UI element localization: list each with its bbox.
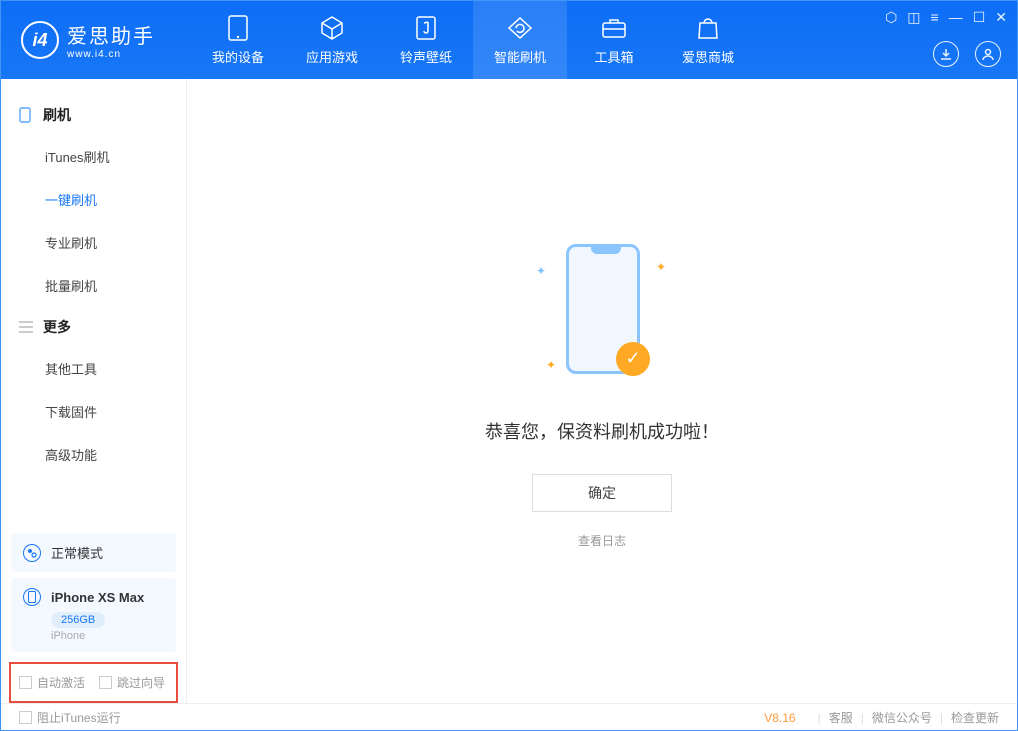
status-card[interactable]: 正常模式 — [11, 533, 176, 572]
body-area: 刷机 iTunes刷机 一键刷机 专业刷机 批量刷机 更多 其他工具 下载固件 … — [1, 79, 1017, 703]
group-label: 刷机 — [43, 105, 71, 125]
device-row: iPhone XS Max — [23, 588, 164, 606]
device-card[interactable]: iPhone XS Max 256GB iPhone — [11, 578, 176, 652]
sidebar-group-more[interactable]: 更多 — [1, 307, 186, 347]
tab-my-device[interactable]: 我的设备 — [191, 1, 285, 79]
status-mode-icon — [23, 544, 41, 562]
tab-label: 智能刷机 — [494, 47, 546, 66]
tab-label: 铃声壁纸 — [400, 47, 452, 66]
tab-label: 爱思商城 — [682, 47, 734, 66]
footer-right: V8.16 | 客服 | 微信公众号 | 检查更新 — [764, 709, 999, 726]
success-message: 恭喜您，保资料刷机成功啦！ — [485, 418, 719, 444]
logo-text: 爱思助手 www.i4.cn — [67, 20, 155, 60]
group-label: 更多 — [43, 317, 71, 337]
tab-store[interactable]: 爱思商城 — [661, 1, 755, 79]
tab-smart-flash[interactable]: 智能刷机 — [473, 1, 567, 79]
tab-apps[interactable]: 应用游戏 — [285, 1, 379, 79]
sidebar-item-oneclick-flash[interactable]: 一键刷机 — [1, 178, 186, 221]
header: i4 爱思助手 www.i4.cn 我的设备 应用游戏 铃声壁纸 智能刷机 工具… — [1, 1, 1017, 79]
device-storage: 256GB — [51, 612, 105, 628]
sidebar-item-itunes-flash[interactable]: iTunes刷机 — [1, 135, 186, 178]
tab-label: 应用游戏 — [306, 47, 358, 66]
checkbox-auto-activate[interactable]: 自动激活 — [19, 674, 85, 691]
lock-icon[interactable]: ◫ — [907, 9, 920, 26]
logo-block: i4 爱思助手 www.i4.cn — [1, 20, 191, 60]
checkbox-box — [19, 711, 32, 724]
sparkle-icon: ✦ — [656, 260, 666, 274]
music-icon — [413, 15, 439, 41]
device-phone-icon — [23, 588, 41, 606]
check-badge-icon: ✓ — [616, 342, 650, 376]
version-label: V8.16 — [764, 711, 795, 725]
checkbox-label: 阻止iTunes运行 — [37, 709, 121, 726]
tshirt-icon[interactable]: ⬡ — [885, 9, 897, 26]
tab-toolbox[interactable]: 工具箱 — [567, 1, 661, 79]
sidebar-item-advanced[interactable]: 高级功能 — [1, 433, 186, 476]
sparkle-icon: ✦ — [546, 358, 556, 372]
user-icon[interactable] — [975, 41, 1001, 67]
checkbox-box — [19, 676, 32, 689]
status-mode-label: 正常模式 — [51, 543, 103, 562]
header-tabs: 我的设备 应用游戏 铃声壁纸 智能刷机 工具箱 爱思商城 — [191, 1, 755, 79]
device-type: iPhone — [51, 630, 164, 642]
close-icon[interactable]: ✕ — [995, 9, 1007, 26]
tab-label: 工具箱 — [594, 47, 633, 66]
sidebar-bottom: 正常模式 iPhone XS Max 256GB iPhone 自动激活 跳过向… — [1, 529, 186, 703]
success-illustration: ✦ ✦ ✦ ✓ — [532, 234, 672, 394]
separator: | — [861, 711, 864, 725]
footer: 阻止iTunes运行 V8.16 | 客服 | 微信公众号 | 检查更新 — [1, 703, 1017, 731]
refresh-icon — [507, 15, 533, 41]
header-right-icons — [933, 41, 1001, 67]
main-content: ✦ ✦ ✦ ✓ 恭喜您，保资料刷机成功啦！ 确定 查看日志 — [187, 79, 1017, 703]
device-icon — [225, 15, 251, 41]
sidebar: 刷机 iTunes刷机 一键刷机 专业刷机 批量刷机 更多 其他工具 下载固件 … — [1, 79, 187, 703]
checkbox-skip-wizard[interactable]: 跳过向导 — [99, 674, 165, 691]
footer-left: 阻止iTunes运行 — [19, 709, 764, 726]
footer-link-wechat[interactable]: 微信公众号 — [872, 709, 932, 726]
window-controls: ⬡ ◫ ≡ — ☐ ✕ — [885, 9, 1007, 26]
toolbox-icon — [601, 15, 627, 41]
maximize-icon[interactable]: ☐ — [973, 9, 986, 26]
cube-icon — [319, 15, 345, 41]
device-name: iPhone XS Max — [51, 590, 144, 605]
minimize-icon[interactable]: — — [949, 9, 963, 26]
logo-icon: i4 — [21, 21, 59, 59]
sidebar-item-batch-flash[interactable]: 批量刷机 — [1, 264, 186, 307]
sidebar-group-flash[interactable]: 刷机 — [1, 95, 186, 135]
sidebar-item-download-firmware[interactable]: 下载固件 — [1, 390, 186, 433]
footer-link-support[interactable]: 客服 — [829, 709, 853, 726]
sparkle-icon: ✦ — [536, 264, 546, 278]
checkbox-label: 跳过向导 — [117, 674, 165, 691]
separator: | — [940, 711, 943, 725]
view-log-link[interactable]: 查看日志 — [578, 532, 626, 549]
bag-icon — [695, 15, 721, 41]
checkbox-label: 自动激活 — [37, 674, 85, 691]
footer-link-update[interactable]: 检查更新 — [951, 709, 999, 726]
checkbox-block-itunes[interactable]: 阻止iTunes运行 — [19, 709, 121, 726]
tab-ringtone[interactable]: 铃声壁纸 — [379, 1, 473, 79]
app-subtitle: www.i4.cn — [67, 49, 155, 60]
checkbox-box — [99, 676, 112, 689]
separator: | — [818, 711, 821, 725]
ok-button[interactable]: 确定 — [532, 474, 672, 512]
list-icon — [19, 321, 33, 333]
sidebar-item-other-tools[interactable]: 其他工具 — [1, 347, 186, 390]
menu-icon[interactable]: ≡ — [931, 9, 939, 26]
highlight-checkbox-row: 自动激活 跳过向导 — [9, 662, 178, 703]
download-icon[interactable] — [933, 41, 959, 67]
tab-label: 我的设备 — [212, 47, 264, 66]
sidebar-scroll: 刷机 iTunes刷机 一键刷机 专业刷机 批量刷机 更多 其他工具 下载固件 … — [1, 79, 186, 529]
sidebar-item-pro-flash[interactable]: 专业刷机 — [1, 221, 186, 264]
app-title: 爱思助手 — [67, 20, 155, 49]
phone-icon — [19, 107, 33, 123]
